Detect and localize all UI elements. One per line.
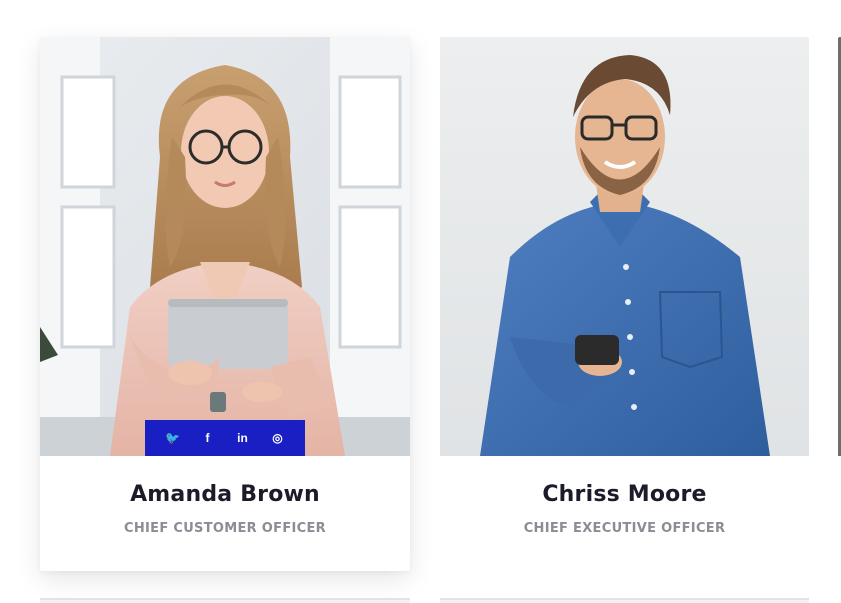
member-info: Chriss Moore CHIEF EXECUTIVE OFFICER xyxy=(440,456,809,571)
instagram-icon[interactable]: ◎ xyxy=(265,425,291,451)
member-role: CHIEF CUSTOMER OFFICER xyxy=(124,521,326,536)
team-section: 🐦 f in ◎ Amanda Brown CHIEF CUSTOMER OFF… xyxy=(0,0,841,603)
team-card-chriss-moore[interactable]: Chriss Moore CHIEF EXECUTIVE OFFICER xyxy=(440,37,809,571)
linkedin-icon[interactable]: in xyxy=(230,425,256,451)
twitter-icon[interactable]: 🐦 xyxy=(160,425,186,451)
member-photo-amanda-brown xyxy=(40,37,410,456)
member-name: Chriss Moore xyxy=(542,482,707,507)
next-row-card-right xyxy=(440,598,809,603)
member-info: Amanda Brown CHIEF CUSTOMER OFFICER xyxy=(40,456,410,571)
team-card-amanda-brown[interactable]: 🐦 f in ◎ Amanda Brown CHIEF CUSTOMER OFF… xyxy=(40,37,410,571)
member-photo-chriss-moore xyxy=(440,37,809,456)
member-role: CHIEF EXECUTIVE OFFICER xyxy=(523,521,726,536)
social-links-bar: 🐦 f in ◎ xyxy=(145,420,305,456)
member-name: Amanda Brown xyxy=(130,482,320,507)
next-row-card-left xyxy=(40,598,410,603)
facebook-icon[interactable]: f xyxy=(195,425,221,451)
